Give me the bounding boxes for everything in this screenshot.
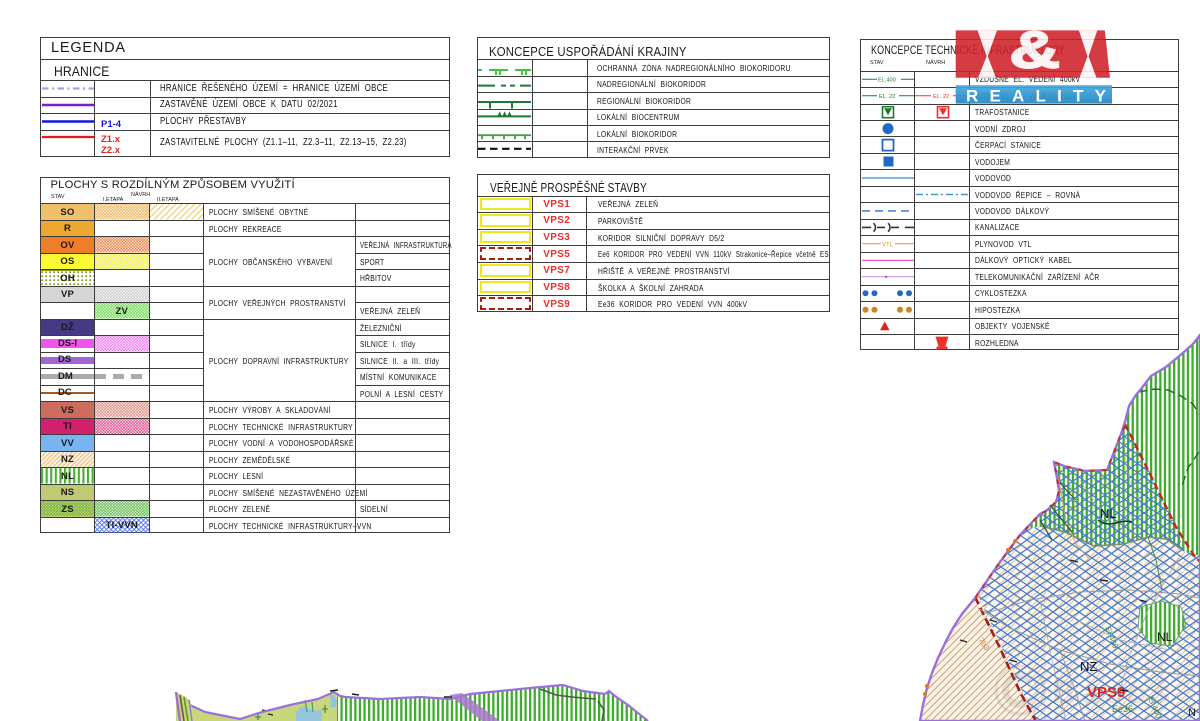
- svg-text:VTL: VTL: [882, 242, 894, 248]
- svg-text:&: &: [1009, 25, 1060, 79]
- svg-text:EL. 22: EL. 22: [879, 94, 895, 100]
- svg-text:Bazoš: Bazoš: [1052, 674, 1176, 710]
- svg-text:NL: NL: [1100, 506, 1117, 521]
- svg-text:NZ: NZ: [1080, 659, 1097, 674]
- svg-text:REALITY: REALITY: [966, 87, 1117, 106]
- svg-text:EL. 22: EL. 22: [933, 94, 949, 100]
- svg-text:EL.400: EL.400: [878, 77, 896, 83]
- svg-text:NL: NL: [1157, 630, 1173, 644]
- svg-text:N: N: [1188, 707, 1196, 719]
